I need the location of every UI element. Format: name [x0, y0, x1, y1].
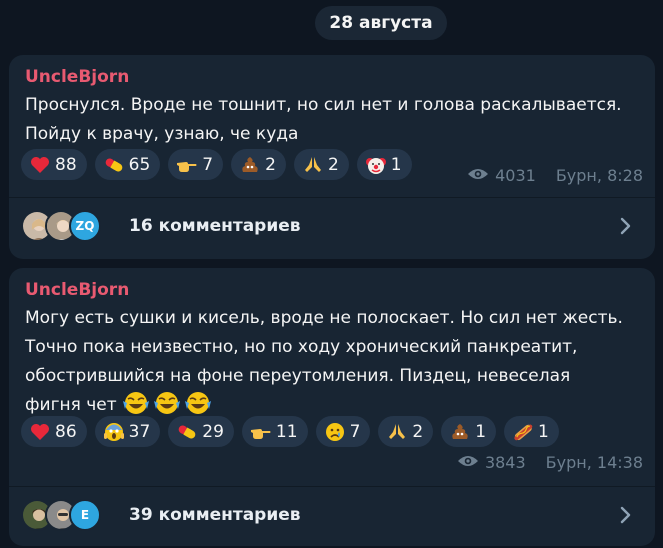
channel-post: UncleBjorn Проснулся. Вроде не тошнит, н… — [9, 55, 655, 259]
post-text: Могу есть сушки и кисель, вроде не полос… — [25, 308, 623, 415]
reaction-poo[interactable]: 2 — [231, 149, 286, 180]
chevron-right-icon — [615, 216, 635, 236]
reaction-pill[interactable]: 29 — [168, 416, 234, 447]
avatar: ZQ — [69, 210, 101, 242]
folded-hands-icon — [386, 421, 408, 443]
commenter-avatars: E — [21, 497, 121, 533]
eye-icon — [457, 453, 479, 472]
channel-post: UncleBjorn Могу есть сушки и кисель, вро… — [9, 268, 655, 546]
pill-icon — [176, 421, 198, 443]
reaction-poo[interactable]: 1 — [441, 416, 497, 447]
post-author[interactable]: UncleBjorn — [25, 67, 129, 87]
comments-count: 39 комментариев — [129, 505, 301, 525]
post-signature: Бурн, 14:38 — [545, 453, 643, 472]
pointing-hand-icon — [250, 421, 272, 443]
poo-icon — [449, 421, 471, 443]
view-count: 3843 — [484, 453, 526, 472]
pill-icon — [103, 154, 125, 176]
pointing-hand-icon — [176, 154, 198, 176]
reaction-folded-hands[interactable]: 2 — [293, 149, 349, 180]
clown-icon — [365, 154, 387, 176]
post-meta: 3843 Бурн, 14:38 — [457, 453, 643, 472]
date-label: 28 августа — [329, 13, 433, 33]
date-separator: 28 августа — [315, 6, 447, 40]
comments-button[interactable]: ZQ 16 комментариев — [9, 198, 655, 254]
scream-icon — [103, 421, 125, 443]
post-signature: Бурн, 8:28 — [555, 166, 643, 185]
hotdog-icon — [512, 421, 534, 443]
post-text: Проснулся. Вроде не тошнит, но сил нет и… — [25, 95, 622, 144]
sad-tear-icon — [324, 421, 346, 443]
folded-hands-icon — [302, 154, 324, 176]
reaction-scream[interactable]: 37 — [94, 416, 161, 447]
reactions-bar: 88 65 7 2 2 1 — [21, 149, 412, 180]
reaction-pointing-hand[interactable]: 7 — [168, 149, 224, 180]
chevron-right-icon — [615, 505, 635, 525]
reaction-heart[interactable]: 86 — [21, 416, 87, 447]
commenter-avatars: ZQ — [21, 208, 121, 244]
reactions-bar: 86 37 29 11 7 2 1 1 — [21, 416, 559, 447]
poo-icon — [239, 154, 261, 176]
eye-icon — [467, 166, 489, 185]
crying-laughing-emoji — [121, 391, 213, 415]
avatar: E — [69, 499, 101, 531]
reaction-hotdog[interactable]: 1 — [504, 416, 559, 447]
reaction-pointing-hand[interactable]: 11 — [241, 416, 308, 447]
comments-count: 16 комментариев — [129, 216, 301, 236]
reaction-sad-tear[interactable]: 7 — [315, 416, 371, 447]
post-meta: 4031 Бурн, 8:28 — [467, 166, 643, 185]
reaction-clown[interactable]: 1 — [356, 149, 412, 180]
heart-icon — [29, 421, 51, 443]
post-author[interactable]: UncleBjorn — [25, 280, 129, 300]
reaction-heart[interactable]: 88 — [21, 149, 87, 180]
view-count: 4031 — [495, 166, 536, 185]
reaction-pill[interactable]: 65 — [94, 149, 161, 180]
comments-button[interactable]: E 39 комментариев — [9, 487, 655, 543]
reaction-folded-hands[interactable]: 2 — [378, 416, 434, 447]
heart-icon — [29, 154, 51, 176]
